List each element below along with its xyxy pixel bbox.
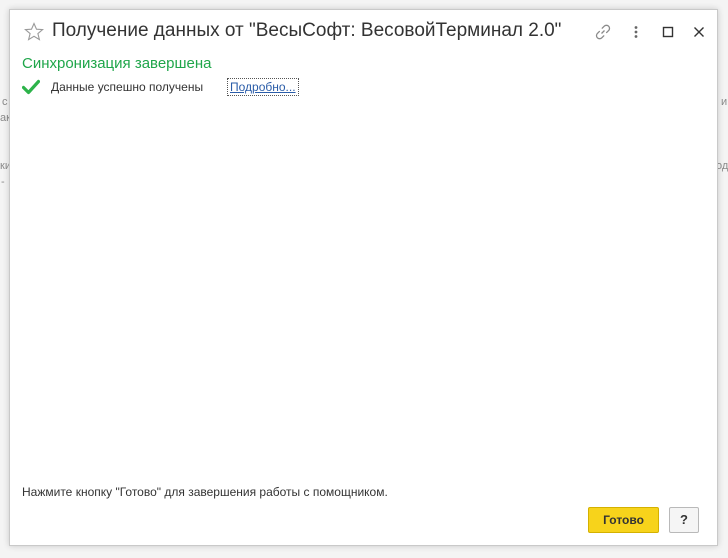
title-bar: Получение данных от "ВесыСофт: ВесовойТе… <box>10 10 717 54</box>
background-text: с <box>2 96 8 108</box>
maximize-icon[interactable] <box>659 23 677 41</box>
background-text: и <box>721 96 728 108</box>
done-button[interactable]: Готово <box>588 507 659 533</box>
status-text: Данные успешно получены <box>51 80 204 94</box>
link-icon[interactable] <box>594 23 612 41</box>
footer-hint: Нажмите кнопку "Готово" для завершения р… <box>22 485 388 499</box>
help-button[interactable]: ? <box>669 507 699 533</box>
dialog-title: Получение данных от "ВесыСофт: ВесовойТе… <box>52 20 562 41</box>
star-icon[interactable] <box>24 22 44 42</box>
close-icon[interactable] <box>690 23 708 41</box>
sync-complete-heading: Синхронизация завершена <box>22 55 212 72</box>
assistant-dialog: Получение данных от "ВесыСофт: ВесовойТе… <box>9 9 718 546</box>
more-icon[interactable] <box>627 23 645 41</box>
checkmark-icon <box>22 79 40 95</box>
background-text: - <box>1 176 5 188</box>
details-link[interactable]: Подробно... <box>227 78 299 96</box>
